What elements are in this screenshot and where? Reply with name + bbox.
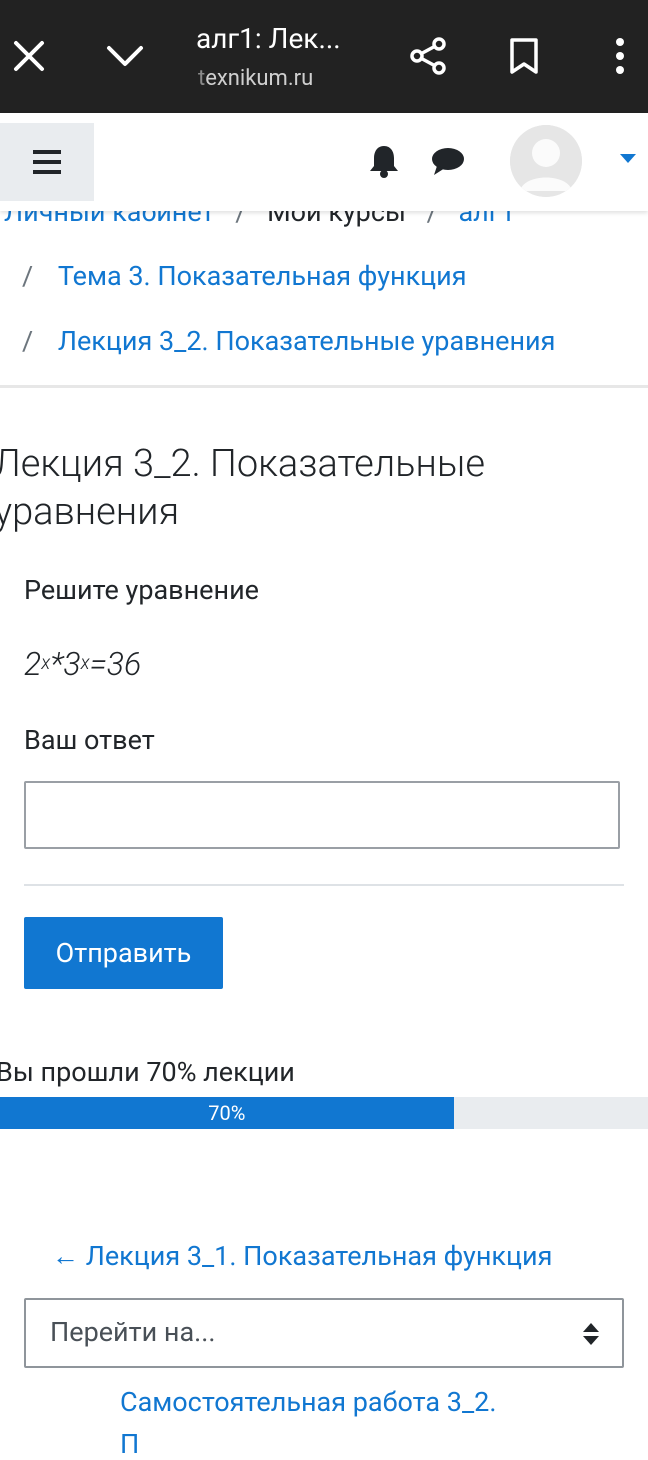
breadcrumb-row-topic: / Тема 3. Показательная функция xyxy=(22,260,467,292)
chat-icon[interactable] xyxy=(426,141,470,181)
progress-text: Вы прошли 70% лекции xyxy=(0,1056,295,1088)
progress-bar: 70% xyxy=(0,1097,648,1129)
share-icon[interactable] xyxy=(398,20,458,92)
jump-to-select[interactable]: Перейти на... xyxy=(24,1298,624,1368)
previous-page-link[interactable]: ← Лекция 3_1. Показательная функция xyxy=(52,1240,552,1272)
page-tab-title: алг1: Лек... xyxy=(196,22,341,55)
question-text: Решите уравнение xyxy=(24,574,259,606)
bookmark-icon[interactable] xyxy=(496,20,552,92)
close-icon[interactable] xyxy=(0,20,58,92)
browser-toolbar: алг1: Лек... texnikum.ru xyxy=(0,0,648,113)
answer-label: Ваш ответ xyxy=(24,724,155,756)
select-arrows-icon xyxy=(582,1322,600,1350)
jump-to-placeholder: Перейти на... xyxy=(50,1316,216,1348)
divider xyxy=(24,884,624,886)
answer-input[interactable] xyxy=(24,781,620,849)
chevron-down-icon[interactable] xyxy=(96,20,154,92)
breadcrumb-lesson[interactable]: Лекция 3_2. Показательные уравнения xyxy=(58,325,556,357)
breadcrumb-topic[interactable]: Тема 3. Показательная функция xyxy=(58,260,467,292)
page-title: Лекция 3_2. Показательные уравнения xyxy=(0,442,486,534)
site-header xyxy=(0,113,648,211)
caret-down-icon[interactable] xyxy=(614,149,642,169)
progress-bar-fill: 70% xyxy=(0,1097,454,1129)
next-page-link-line2[interactable]: П xyxy=(120,1428,139,1460)
submit-button[interactable]: Отправить xyxy=(24,917,223,989)
bell-icon[interactable] xyxy=(362,139,406,183)
menu-icon[interactable] xyxy=(0,123,94,201)
next-page-link[interactable]: Самостоятельная работа 3_2. xyxy=(120,1386,496,1418)
divider xyxy=(0,385,648,388)
more-vertical-icon[interactable] xyxy=(598,20,642,92)
avatar-icon[interactable] xyxy=(510,125,582,197)
page-url: texnikum.ru xyxy=(198,66,314,91)
equation: 2x*3x=36 xyxy=(24,645,142,683)
breadcrumb-row-lesson: / Лекция 3_2. Показательные уравнения xyxy=(22,325,556,357)
